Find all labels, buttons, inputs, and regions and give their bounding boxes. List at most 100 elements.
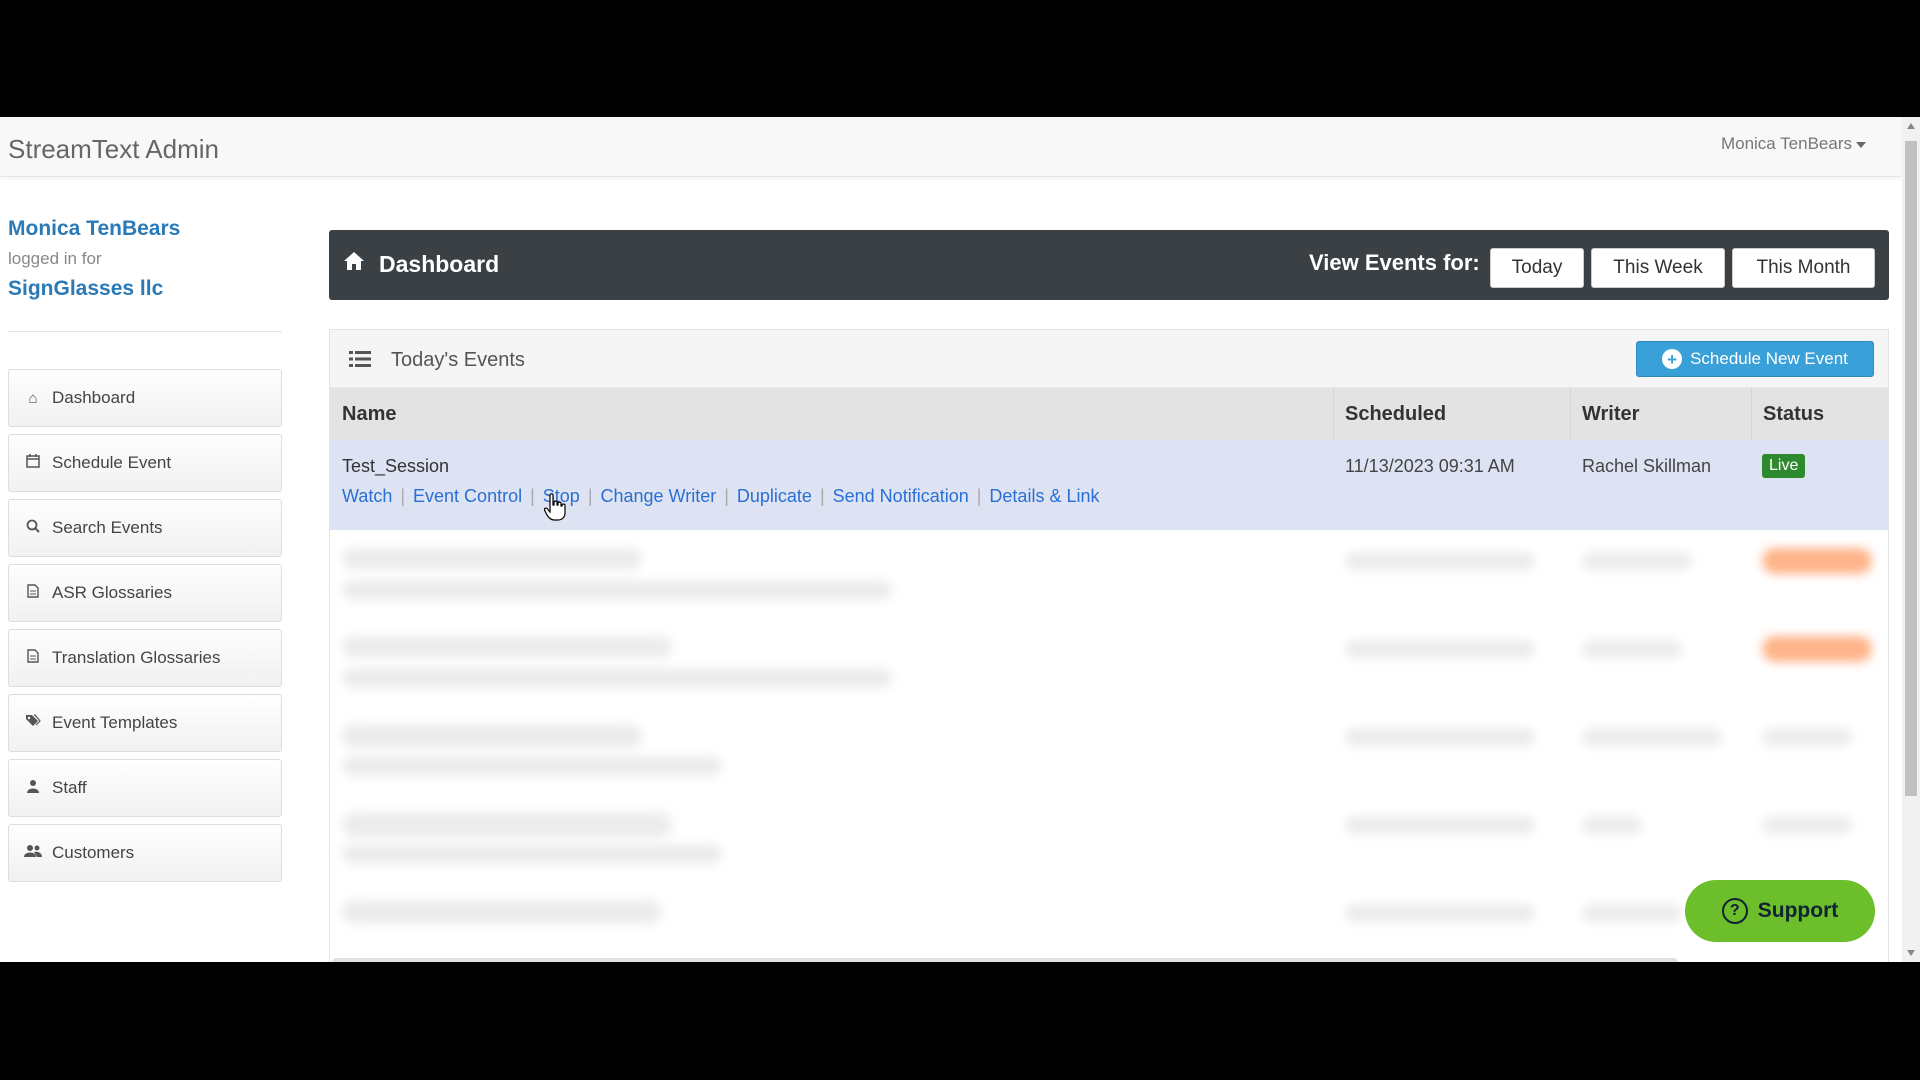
redacted-block <box>1345 816 1535 834</box>
link-separator: | <box>819 486 825 506</box>
sidebar-item-label: ASR Glossaries <box>52 583 172 602</box>
redacted-block <box>1582 816 1642 834</box>
sidebar-item-label: Schedule Event <box>52 453 172 472</box>
vertical-scrollbar[interactable] <box>1902 117 1920 962</box>
duplicate-link[interactable]: Duplicate <box>737 486 812 507</box>
status-badge: Live <box>1762 454 1806 478</box>
event-actions: Watch | Event Control | Stop | Change Wr… <box>342 486 1099 507</box>
logged-in-text: logged in for <box>8 249 102 268</box>
this-week-button[interactable]: This Week <box>1591 248 1725 288</box>
scroll-down-arrow-icon[interactable] <box>1907 950 1915 956</box>
redacted-block <box>342 756 722 776</box>
event-writer: Rachel Skillman <box>1582 456 1712 476</box>
sidebar-organization[interactable]: SignGlasses llc <box>8 277 282 301</box>
sidebar-item-schedule-event[interactable]: Schedule Event <box>8 434 282 492</box>
event-name: Test_Session <box>342 456 450 476</box>
schedule-new-event-label: Schedule New Event <box>1690 349 1848 368</box>
column-header-name[interactable]: Name <box>342 403 396 426</box>
column-header-status[interactable]: Status <box>1763 403 1824 426</box>
redacted-block <box>342 636 672 658</box>
view-events-label: View Events for: <box>1309 250 1480 275</box>
table-header: Name Scheduled Writer Status <box>330 388 1888 440</box>
panel-header: Today's Events + Schedule New Event <box>330 330 1888 388</box>
event-scheduled-time: 11/13/2023 09:31 AM <box>1345 456 1515 476</box>
dashboard-header: Dashboard View Events for: Today This We… <box>329 230 1889 300</box>
sidebar-divider <box>8 331 282 332</box>
user-menu-dropdown[interactable]: Monica TenBears <box>1721 134 1866 154</box>
event-control-link[interactable]: Event Control <box>413 486 522 507</box>
redacted-block <box>1345 640 1535 658</box>
link-separator: | <box>400 486 406 506</box>
calendar-icon <box>22 454 44 472</box>
sidebar-item-staff[interactable]: Staff <box>8 759 282 817</box>
redacted-block <box>342 668 892 688</box>
sidebar-item-label: Search Events <box>52 518 163 537</box>
redacted-block <box>342 724 642 748</box>
support-button[interactable]: ? Support <box>1685 880 1875 942</box>
sidebar-item-label: Dashboard <box>52 388 136 407</box>
home-icon <box>343 251 365 277</box>
sidebar-item-event-templates[interactable]: Event Templates <box>8 694 282 752</box>
search-icon <box>22 519 44 537</box>
redacted-block <box>1582 728 1722 746</box>
hand-cursor-icon <box>544 493 566 521</box>
column-header-writer[interactable]: Writer <box>1582 403 1639 426</box>
column-header-scheduled[interactable]: Scheduled <box>1345 403 1446 426</box>
redacted-block <box>1345 904 1535 922</box>
redacted-block <box>1762 816 1852 834</box>
scroll-up-arrow-icon[interactable] <box>1907 123 1915 129</box>
sidebar-user-name[interactable]: Monica TenBears <box>8 217 282 241</box>
details-and-link-link[interactable]: Details & Link <box>989 486 1099 507</box>
users-icon <box>22 844 44 862</box>
home-icon: ⌂ <box>28 389 38 407</box>
user-menu-label: Monica TenBears <box>1720 134 1852 153</box>
support-label: Support <box>1757 899 1839 922</box>
page-title: Dashboard <box>379 251 500 277</box>
redacted-block <box>342 844 722 864</box>
sidebar-item-label: Translation Glossaries <box>52 648 221 667</box>
help-icon: ? <box>1721 898 1748 924</box>
redacted-block <box>1762 728 1852 746</box>
link-separator: | <box>976 486 982 506</box>
document-icon <box>22 584 44 602</box>
top-navbar: StreamText Admin Monica TenBears <box>0 117 1902 177</box>
sidebar-item-label: Event Templates <box>52 713 178 732</box>
redacted-block <box>342 900 662 924</box>
change-writer-link[interactable]: Change Writer <box>601 486 717 507</box>
todays-events-panel: Today's Events + Schedule New Event Name… <box>329 329 1889 962</box>
scrollbar-thumb[interactable] <box>1905 141 1917 796</box>
link-separator: | <box>587 486 593 506</box>
sidebar-item-label: Customers <box>52 843 135 862</box>
sidebar-nav: ⌂ Dashboard Schedule Event Search Events <box>8 369 282 889</box>
sidebar-item-dashboard[interactable]: ⌂ Dashboard <box>8 369 282 427</box>
schedule-new-event-button[interactable]: + Schedule New Event <box>1636 341 1874 377</box>
redacted-block <box>1762 548 1872 574</box>
plus-circle-icon: + <box>1662 349 1683 369</box>
redacted-block <box>1762 636 1872 662</box>
redacted-block <box>1582 904 1682 922</box>
app-brand[interactable]: StreamText Admin <box>8 134 219 165</box>
sidebar-item-search-events[interactable]: Search Events <box>8 499 282 557</box>
link-separator: | <box>724 486 729 506</box>
app-window: StreamText Admin Monica TenBears Monica … <box>0 117 1920 962</box>
sidebar-item-translation-glossaries[interactable]: Translation Glossaries <box>8 629 282 687</box>
tags-icon <box>22 714 44 732</box>
today-button[interactable]: Today <box>1490 248 1584 288</box>
redacted-block <box>342 812 672 838</box>
sidebar-item-asr-glossaries[interactable]: ASR Glossaries <box>8 564 282 622</box>
user-icon <box>22 779 44 797</box>
redacted-block <box>1345 728 1535 746</box>
redacted-block <box>1582 640 1682 658</box>
link-separator: | <box>530 486 535 506</box>
sidebar-item-label: Staff <box>52 778 87 797</box>
sidebar-item-customers[interactable]: Customers <box>8 824 282 882</box>
sidebar: Monica TenBears logged in for SignGlasse… <box>8 217 282 882</box>
caret-down-icon <box>1856 141 1866 148</box>
watch-link[interactable]: Watch <box>342 486 392 507</box>
send-notification-link[interactable]: Send Notification <box>833 486 969 507</box>
document-icon <box>22 649 44 667</box>
this-month-button[interactable]: This Month <box>1732 248 1875 288</box>
redacted-block <box>342 548 642 570</box>
redacted-block <box>342 580 892 600</box>
horizontal-scrollbar[interactable] <box>332 958 1678 962</box>
